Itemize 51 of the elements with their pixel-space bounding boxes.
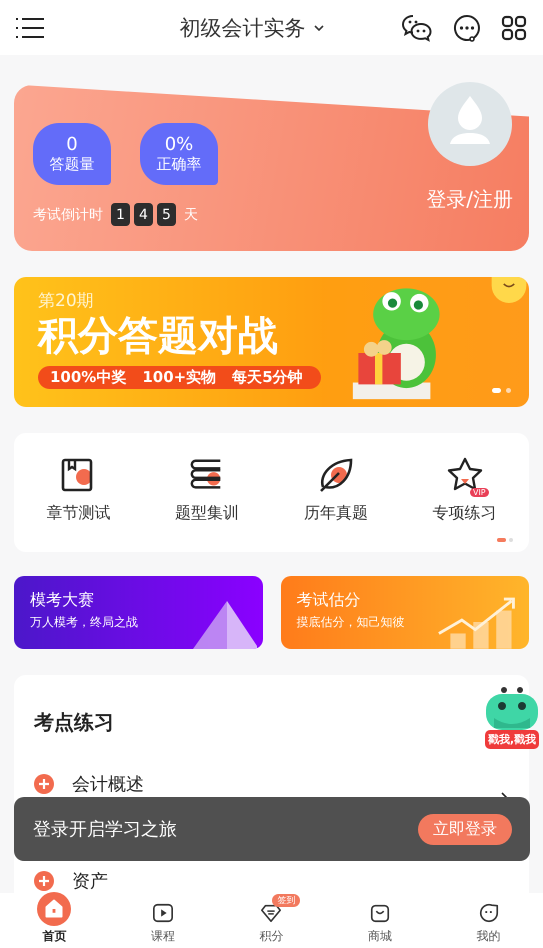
toast-message: 登录开启学习之旅 [33, 818, 177, 841]
vip-badge: VIP [470, 488, 489, 497]
tab-button[interactable]: 课程 [128, 893, 198, 948]
topic-name[interactable]: 会计概述 [72, 772, 144, 796]
countdown-label: 考试倒计时 [33, 206, 103, 224]
robot-mascot-icon[interactable] [484, 686, 540, 732]
shortcut-button[interactable]: 章节测试 [28, 457, 128, 524]
countdown-unit: 天 [184, 206, 198, 224]
chat-bubbles-icon[interactable] [401, 14, 433, 42]
banner-tagline: 100+实物 [142, 368, 216, 387]
promo-subtitle: 万人模考，终局之战 [30, 614, 139, 631]
grid-icon[interactable] [501, 14, 527, 40]
shortcut-button[interactable]: VIP 专项练习 [414, 457, 515, 524]
avatar-placeholder-icon[interactable] [428, 82, 512, 166]
plus-circle-icon[interactable] [34, 774, 54, 794]
shortcut-button[interactable]: 历年真题 [286, 457, 386, 524]
plus-circle-icon[interactable] [34, 871, 54, 891]
chevron-down-icon [314, 24, 324, 30]
star-icon [446, 457, 484, 493]
play-icon [152, 902, 174, 924]
shortcut-button[interactable]: 题型集训 [157, 457, 258, 524]
stat-badge: 0 答题量 [33, 123, 111, 185]
banner-tagline: 100%中奖 [50, 368, 126, 387]
check-in-badge: 签到 [272, 894, 300, 907]
countdown-digit: 4 [134, 203, 153, 226]
topic-name[interactable]: 资产 [72, 869, 108, 893]
mascot-label[interactable]: 戳我,戳我 [484, 730, 540, 749]
tab-button[interactable]: 商城 [345, 893, 416, 948]
section-title: 考点练习 [34, 709, 115, 736]
tab-button[interactable]: 首页 [19, 893, 90, 948]
tab-button[interactable]: 签到 积分 [236, 893, 306, 948]
diamond-icon [260, 902, 282, 924]
banner-issue: 第20期 [38, 290, 95, 312]
countdown-digit: 1 [111, 203, 130, 226]
countdown-digit: 5 [157, 203, 176, 226]
promo-title: 考试估分 [296, 590, 362, 611]
sun-face-icon [489, 277, 529, 303]
promo-card[interactable]: 模考大赛 万人模考，终局之战 [14, 576, 262, 649]
smiley-face-icon [478, 902, 500, 924]
promo-banner[interactable]: 第20期 积分答题对战 100%中奖 100+实物 每天5分钟 [14, 277, 529, 407]
support-chat-icon[interactable] [453, 14, 481, 42]
shopping-bag-icon [369, 902, 392, 924]
carousel-dot[interactable] [506, 388, 511, 393]
stat-badge: 0% 正确率 [140, 123, 218, 185]
promo-title: 模考大赛 [30, 590, 95, 611]
banner-title: 积分答题对战 [38, 314, 279, 358]
promo-subtitle: 摸底估分，知己知彼 [296, 614, 406, 631]
menu-icon[interactable] [16, 16, 44, 38]
tab-button[interactable]: 我的 [454, 893, 524, 948]
banner-tagline: 每天5分钟 [232, 368, 303, 387]
subject-dropdown[interactable]: 初级会计实务 [180, 14, 324, 42]
